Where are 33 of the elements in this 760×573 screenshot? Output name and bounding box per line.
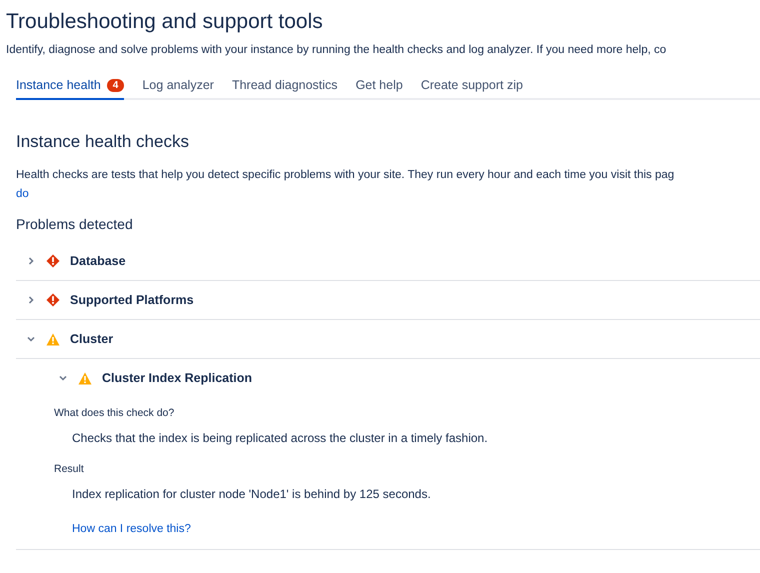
problem-row[interactable]: Cluster Index Replication	[16, 359, 760, 397]
tab[interactable]: Thread diagnostics	[232, 78, 338, 100]
detail-label: What does this check do?	[54, 407, 176, 419]
problems-heading: Problems detected	[16, 216, 134, 232]
tab[interactable]: Instance health 4	[16, 78, 124, 100]
chevron-icon[interactable]	[58, 373, 68, 383]
problem-name: Cluster	[70, 332, 114, 346]
tab[interactable]: Log analyzer	[142, 78, 214, 100]
detail-label: Result	[54, 463, 85, 475]
section-title: Instance health checks	[16, 132, 190, 152]
page-title: Troubleshooting and support tools	[6, 10, 324, 34]
section-description: Health checks are tests that help you detect specific problems with your site. They run every hour and each time you visit this pag	[16, 168, 676, 183]
error-icon	[46, 293, 60, 307]
detail-text: Index replication for cluster node 'Node1' is behind by 125 seconds.	[72, 487, 432, 501]
problem-row[interactable]: Supported Platforms	[16, 281, 760, 320]
description-link[interactable]: do	[16, 188, 29, 200]
tab[interactable]: Create support zip	[420, 78, 523, 100]
chevron-icon[interactable]	[26, 256, 36, 266]
chevron-icon[interactable]	[26, 334, 36, 344]
page-description: Identify, diagnose and solve problems with your instance by running the health checks and log analyzer. If you need more help, co	[6, 44, 668, 56]
chevron-icon[interactable]	[26, 295, 36, 305]
tab[interactable]: Get help	[356, 78, 403, 100]
problem-row[interactable]: Database	[16, 242, 760, 281]
problem-name: Cluster Index Replication	[102, 371, 252, 385]
problem-name: Database	[70, 254, 126, 268]
warning-icon	[46, 332, 60, 346]
resolve-link[interactable]: How can I resolve this?	[72, 523, 191, 535]
problem-name: Supported Platforms	[70, 293, 194, 307]
count-badge: 4	[106, 78, 124, 92]
detail-text: Checks that the index is being replicated across the cluster in a timely fashion.	[72, 431, 489, 445]
warning-icon	[78, 372, 92, 384]
error-icon	[46, 254, 60, 268]
problem-row[interactable]: Cluster	[16, 320, 760, 359]
